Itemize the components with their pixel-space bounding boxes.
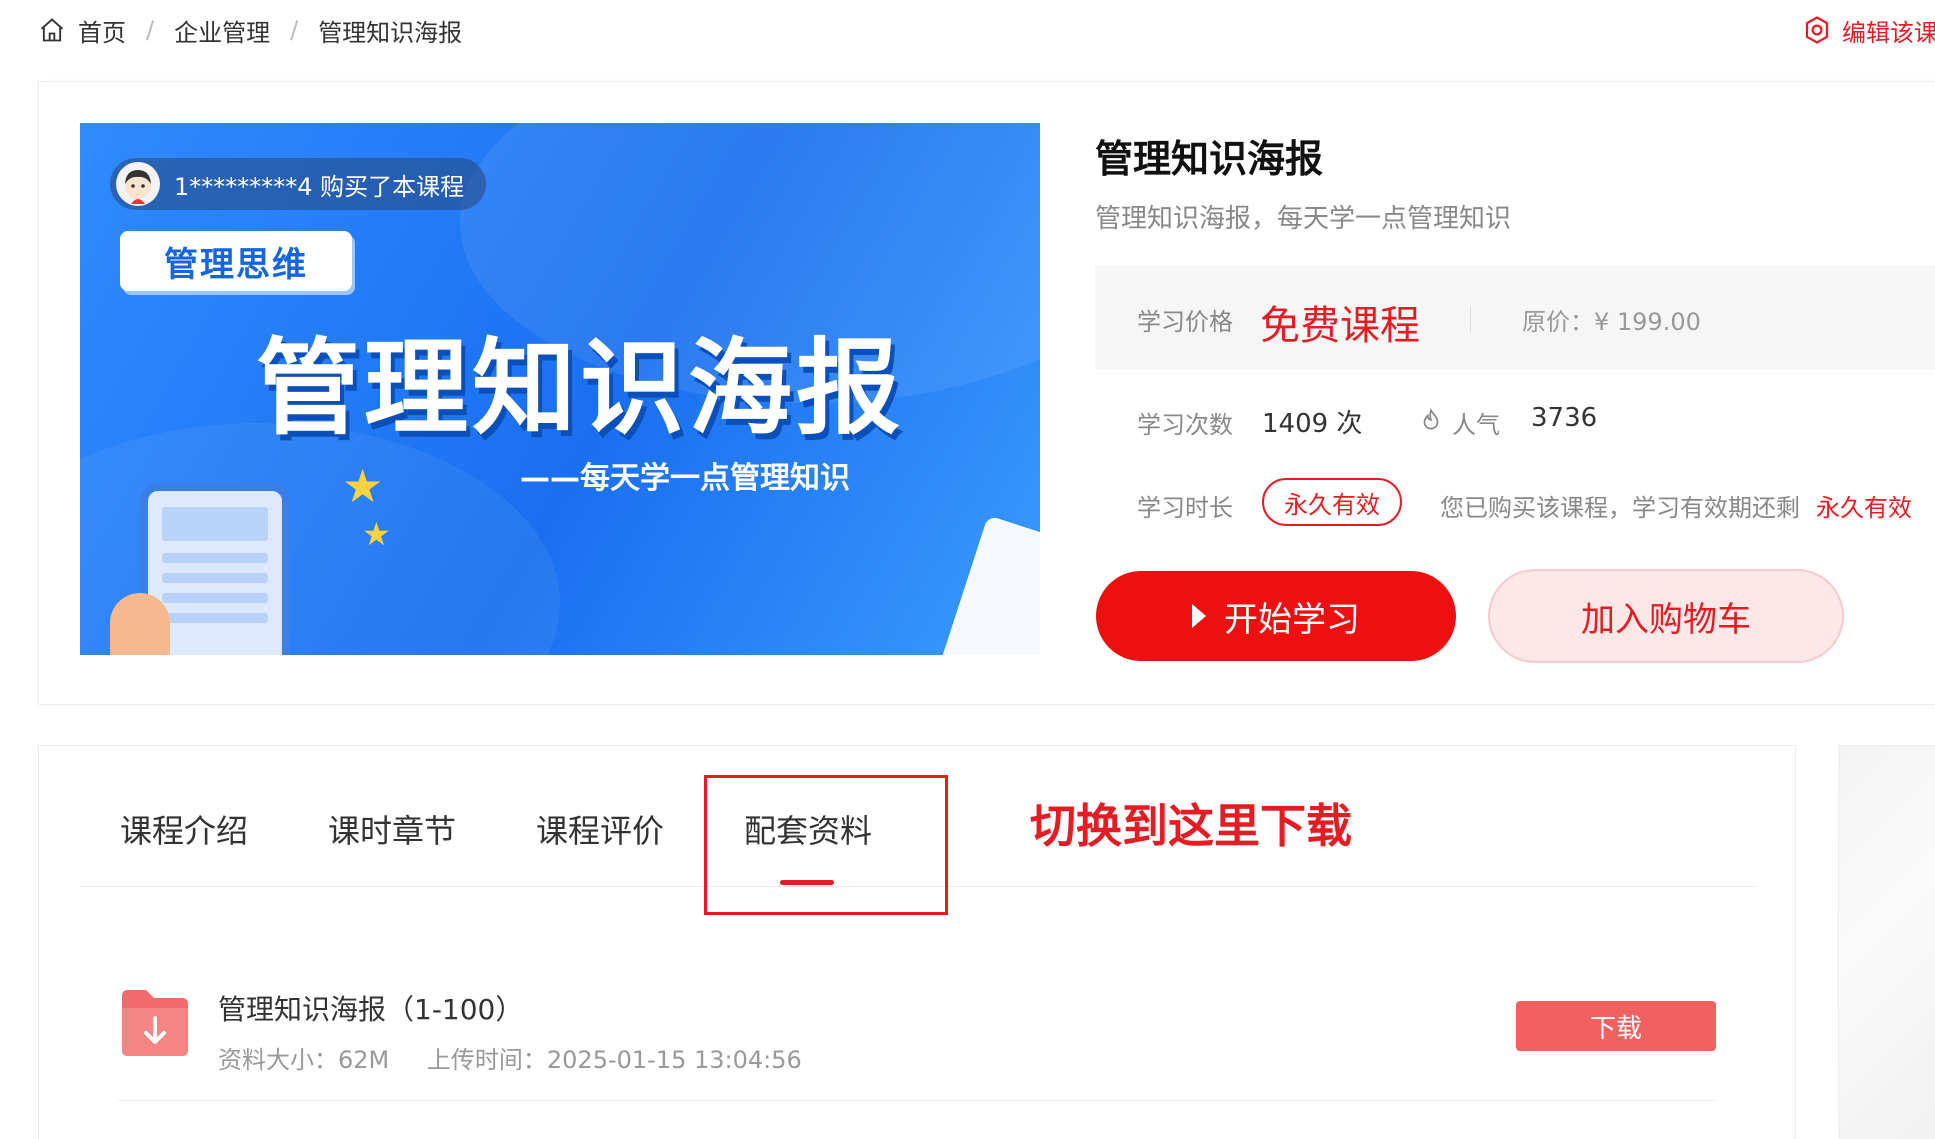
study-count-value: 1409 次 xyxy=(1262,409,1363,439)
star-icon: ★ xyxy=(362,515,391,553)
annotation-text: 切换到这里下载 xyxy=(1030,799,1352,853)
validity-value: 永久有效 xyxy=(1816,494,1912,522)
cover-tag: 管理思维 xyxy=(120,231,352,291)
validity-text: 您已购买该课程，学习有效期还剩 xyxy=(1440,494,1800,522)
tab-reviews[interactable]: 课程评价 xyxy=(536,806,664,852)
material-upload-time: 上传时间：2025-01-15 13:04:56 xyxy=(426,1046,802,1074)
folder-download-icon xyxy=(122,990,188,1056)
annotation-highlight-box xyxy=(704,775,948,915)
material-divider xyxy=(118,1100,1716,1101)
breadcrumb-separator: / xyxy=(290,16,299,44)
tab-chapters[interactable]: 课时章节 xyxy=(328,806,456,852)
hand-illustration xyxy=(110,593,170,655)
buyer-notice: 1*********4 购买了本课程 xyxy=(110,158,487,210)
start-learning-button[interactable]: 开始学习 xyxy=(1096,571,1456,661)
course-title: 管理知识海报 xyxy=(1095,137,1324,181)
breadcrumb-separator: / xyxy=(146,16,155,44)
course-subtitle: 管理知识海报，每天学一点管理知识 xyxy=(1095,204,1512,234)
duration-label: 学习时长 xyxy=(1137,494,1233,522)
edit-course-link[interactable]: 编辑该课 xyxy=(1802,12,1935,48)
material-name: 管理知识海报（1-100） xyxy=(218,993,524,1026)
home-icon[interactable] xyxy=(38,16,66,44)
study-count-label: 学习次数 xyxy=(1137,411,1233,439)
popularity-value: 3736 xyxy=(1531,403,1598,433)
paper-illustration xyxy=(938,515,1040,655)
original-price: 原价：¥ 199.00 xyxy=(1522,308,1701,336)
validity-badge: 永久有效 xyxy=(1262,478,1402,526)
breadcrumb-enterprise-management[interactable]: 企业管理 xyxy=(174,13,270,48)
avatar xyxy=(116,162,160,206)
tab-course-intro[interactable]: 课程介绍 xyxy=(120,806,248,852)
add-to-cart-button[interactable]: 加入购物车 xyxy=(1488,569,1844,663)
cover-title: 管理知识海报 xyxy=(255,327,904,449)
price-value: 免费课程 xyxy=(1260,303,1420,349)
side-panel xyxy=(1838,745,1935,1139)
price-divider xyxy=(1470,306,1471,332)
cover-subtitle: ——每天学一点管理知识 xyxy=(520,461,850,496)
course-cover-image: ★ ★ 1*********4 购买了本课程 管理思维 管理知识海报 ——每天学… xyxy=(80,123,1040,655)
breadcrumb-home[interactable]: 首页 xyxy=(78,13,126,48)
price-label: 学习价格 xyxy=(1137,308,1233,336)
breadcrumb-current: 管理知识海报 xyxy=(318,18,463,47)
edit-course-label: 编辑该课 xyxy=(1842,18,1935,47)
material-meta: 资料大小：62M 上传时间：2025-01-15 13:04:56 xyxy=(218,1040,802,1075)
material-size: 资料大小：62M xyxy=(218,1046,390,1074)
buyer-notice-text: 1*********4 购买了本课程 xyxy=(174,172,465,201)
flame-icon xyxy=(1423,407,1439,430)
download-button[interactable]: 下载 xyxy=(1516,1001,1716,1051)
start-learning-label: 开始学习 xyxy=(1224,599,1360,640)
star-icon: ★ xyxy=(342,459,384,513)
play-icon xyxy=(1192,604,1206,628)
settings-icon xyxy=(1805,16,1829,44)
breadcrumb: 首页 / 企业管理 / 管理知识海报 xyxy=(38,12,462,48)
popularity-label: 人气 xyxy=(1452,411,1500,439)
